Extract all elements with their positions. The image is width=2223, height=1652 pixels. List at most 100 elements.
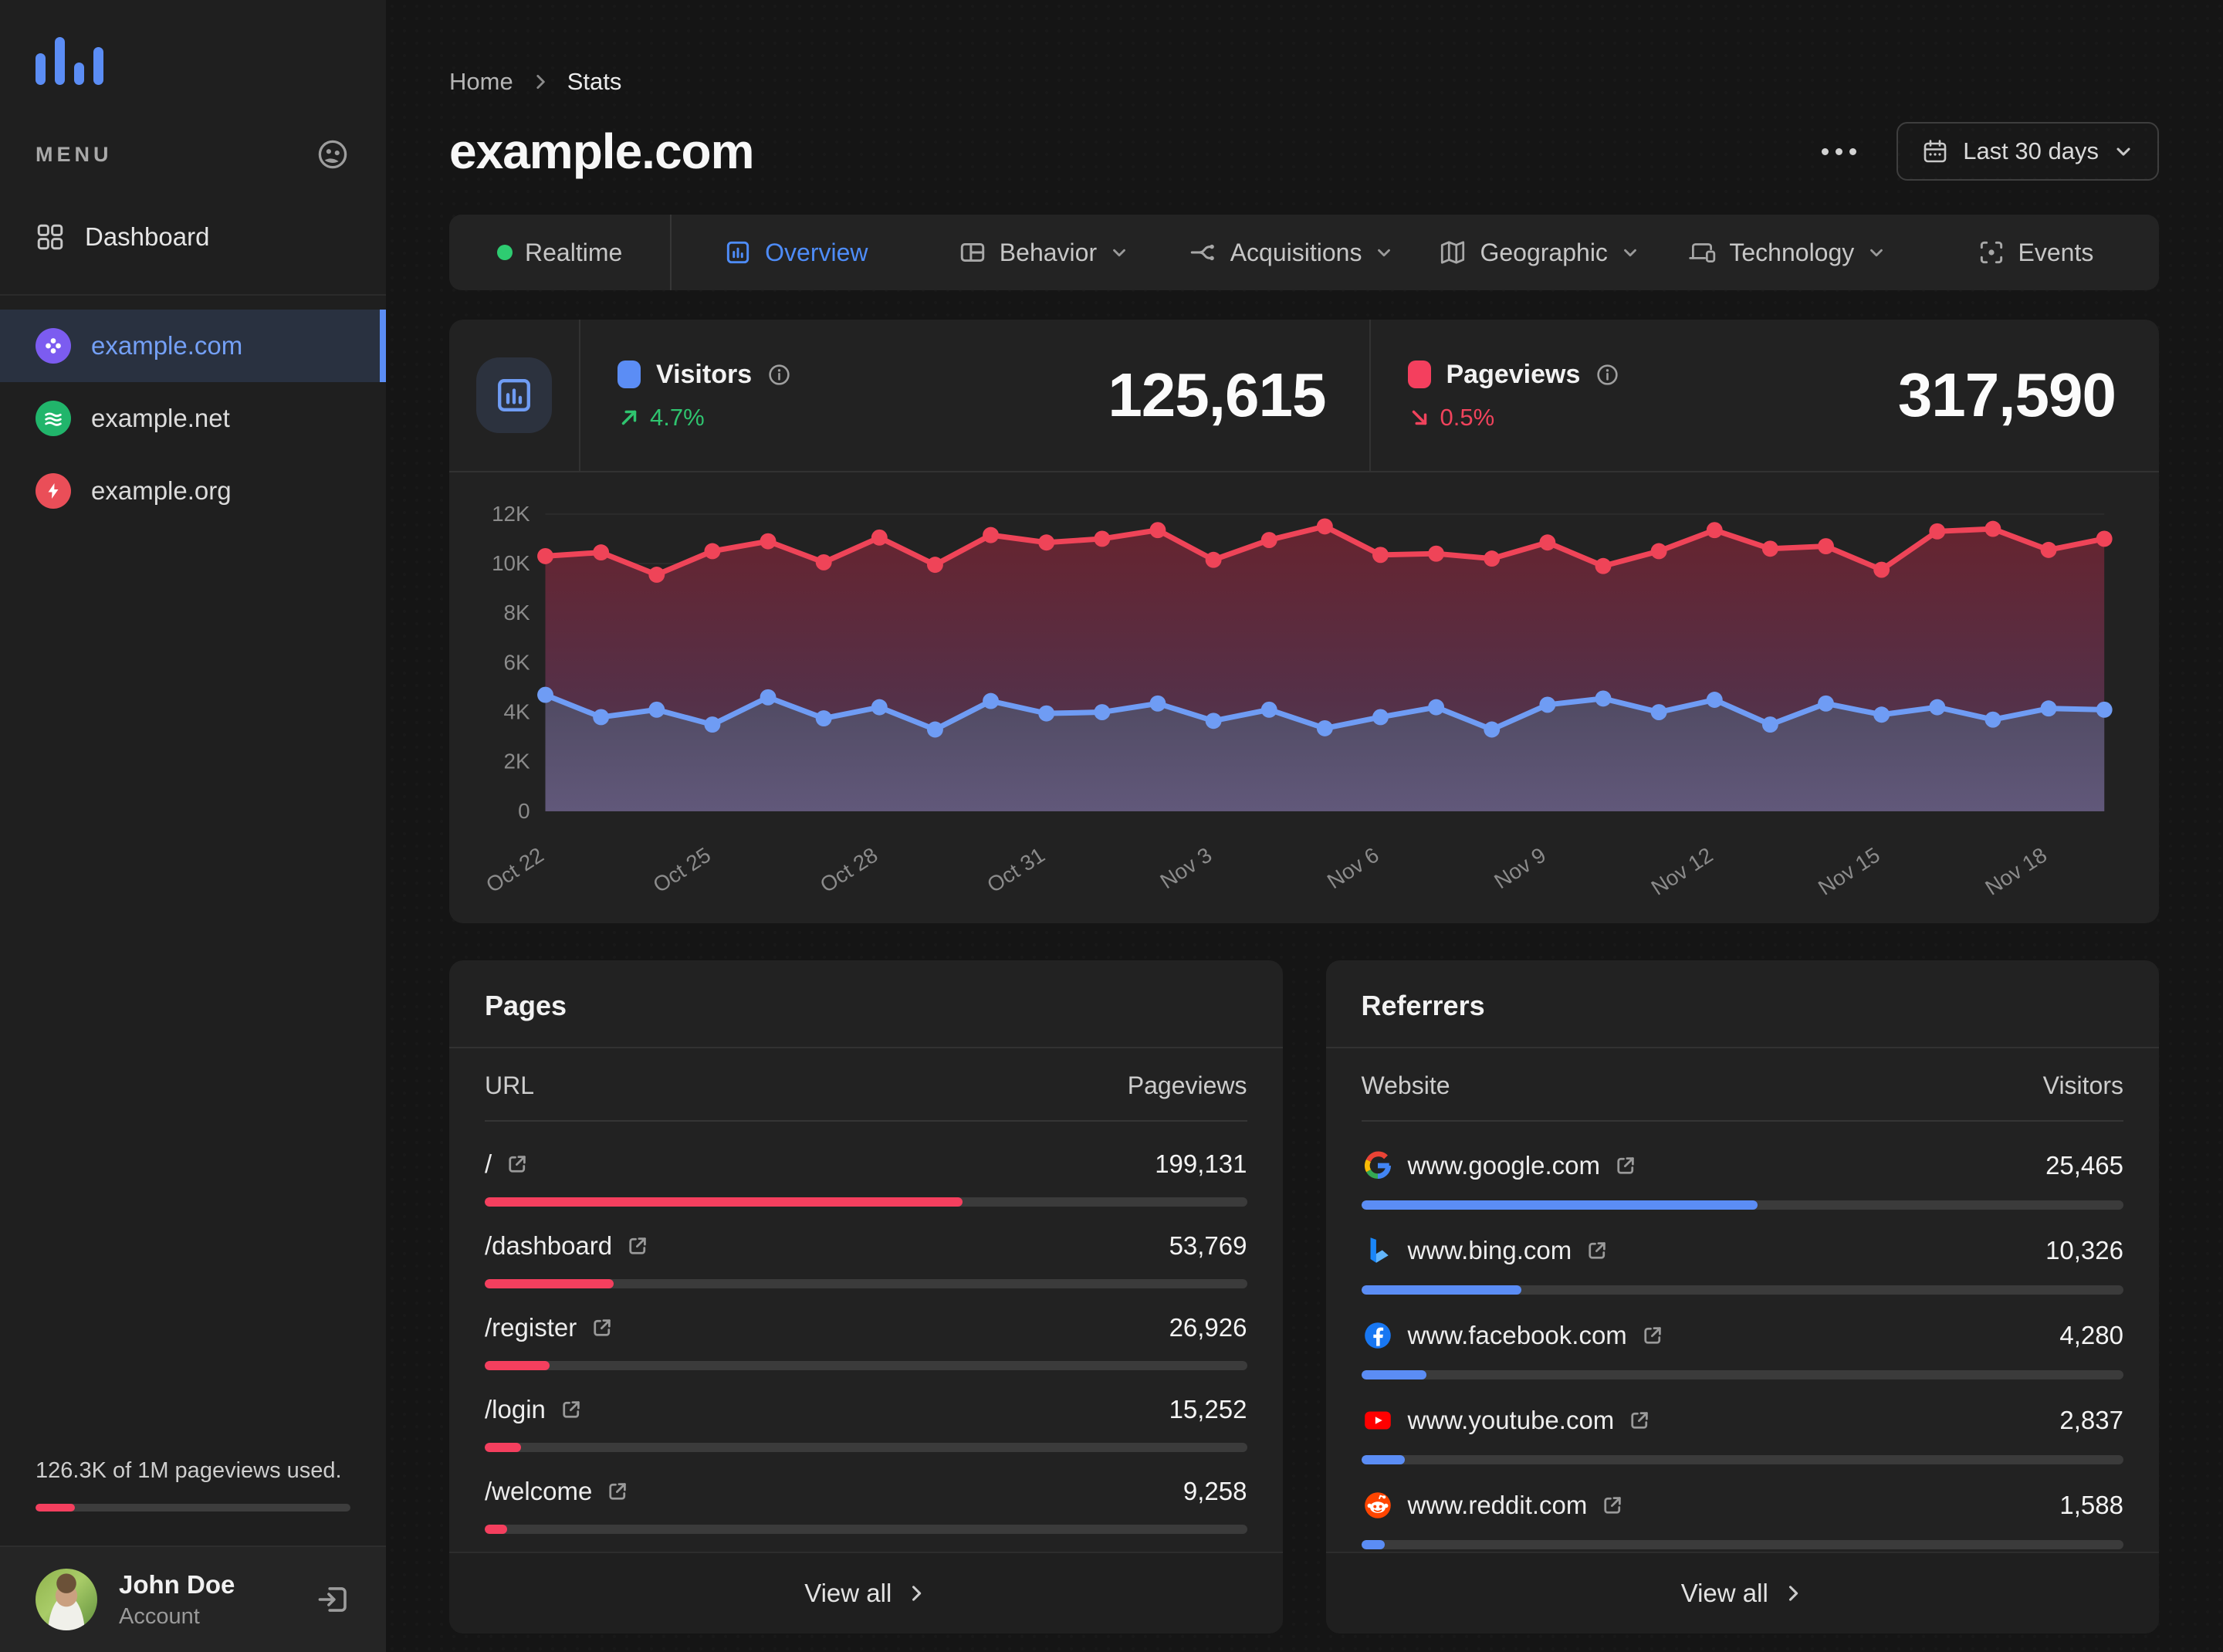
breadcrumb: Home Stats bbox=[449, 68, 2159, 96]
column-header-pageviews: Pageviews bbox=[1127, 1071, 1247, 1100]
row-progressbar bbox=[1361, 1540, 2123, 1550]
sidebar-item-example.com[interactable]: example.com bbox=[0, 310, 386, 382]
row-progressbar bbox=[485, 1197, 1247, 1207]
usage-progressbar bbox=[36, 1504, 350, 1512]
stat-delta-value: 4.7% bbox=[650, 403, 705, 431]
row-label: www.facebook.com bbox=[1407, 1321, 1627, 1350]
tab-bar: Realtime Overview Behavior Acquisitions Geog… bbox=[449, 215, 2159, 290]
tab-technology[interactable]: Technology bbox=[1663, 215, 1911, 290]
row-value: 26,926 bbox=[1169, 1313, 1247, 1342]
row-label: www.reddit.com bbox=[1407, 1491, 1588, 1520]
bar-chart-logo-icon bbox=[36, 37, 103, 85]
row-progressbar bbox=[485, 1525, 1247, 1535]
user-panel[interactable]: John Doe Account bbox=[0, 1545, 386, 1652]
svg-text:12K: 12K bbox=[492, 502, 530, 526]
row-link[interactable]: www.reddit.com bbox=[1362, 1489, 1625, 1522]
devices-icon bbox=[1687, 238, 1717, 267]
svg-text:10K: 10K bbox=[492, 551, 530, 575]
svg-text:6K: 6K bbox=[504, 650, 530, 674]
view-all-button[interactable]: View all bbox=[449, 1552, 1283, 1633]
info-icon[interactable] bbox=[1595, 363, 1619, 387]
svg-text:Oct 22: Oct 22 bbox=[482, 843, 548, 898]
row-value: 10,326 bbox=[2045, 1236, 2123, 1265]
row-link[interactable]: / bbox=[485, 1149, 529, 1179]
chart-icon bbox=[723, 238, 753, 267]
view-all-label: View all bbox=[804, 1579, 892, 1607]
tab-events[interactable]: Events bbox=[1911, 215, 2159, 290]
row-progressbar bbox=[1361, 1200, 2123, 1210]
external-link-icon[interactable] bbox=[1641, 1324, 1664, 1347]
stat-value: 317,590 bbox=[1897, 361, 2116, 429]
tab-geographic[interactable]: Geographic bbox=[1416, 215, 1663, 290]
tab-realtime[interactable]: Realtime bbox=[449, 215, 670, 290]
column-header-url: URL bbox=[485, 1071, 535, 1100]
theme-icon[interactable] bbox=[315, 137, 350, 172]
row-value: 1,588 bbox=[2059, 1491, 2123, 1520]
more-options-button[interactable] bbox=[1811, 137, 1867, 166]
row-link[interactable]: www.google.com bbox=[1362, 1149, 1637, 1182]
scan-icon bbox=[1977, 238, 2006, 267]
row-progress-fill bbox=[485, 1361, 550, 1371]
row-value: 4,280 bbox=[2059, 1321, 2123, 1350]
tab-overview[interactable]: Overview bbox=[672, 215, 919, 290]
usage-block: 126.3K of 1M pageviews used. bbox=[0, 1458, 386, 1545]
sidebar-item-example.net[interactable]: example.net bbox=[0, 382, 386, 455]
sidebar-item-example.org[interactable]: example.org bbox=[0, 455, 386, 527]
avatar[interactable] bbox=[36, 1569, 97, 1630]
view-all-label: View all bbox=[1680, 1579, 1768, 1607]
tab-label: Events bbox=[2018, 238, 2094, 266]
row-progress-fill bbox=[1361, 1540, 1386, 1550]
external-link-icon[interactable] bbox=[590, 1316, 614, 1339]
breadcrumb-home[interactable]: Home bbox=[449, 68, 513, 96]
page-title: example.com bbox=[449, 124, 755, 179]
tab-behavior[interactable]: Behavior bbox=[919, 215, 1167, 290]
row-progress-fill bbox=[1361, 1370, 1427, 1380]
row-link[interactable]: www.youtube.com bbox=[1362, 1404, 1652, 1437]
tab-acquisitions[interactable]: Acquisitions bbox=[1168, 215, 1416, 290]
stat-visitors: Visitors 4.7% 125,615 bbox=[580, 320, 1369, 471]
site-list: example.com example.net example.org bbox=[0, 310, 386, 527]
row-link[interactable]: /register bbox=[485, 1313, 614, 1342]
row-progress-fill bbox=[485, 1197, 963, 1207]
row-link[interactable]: www.facebook.com bbox=[1362, 1319, 1664, 1352]
sidebar-item-dashboard[interactable]: Dashboard bbox=[0, 212, 386, 262]
stat-pageviews: Pageviews 0.5% 317,590 bbox=[1371, 320, 2160, 471]
chart-icon bbox=[476, 357, 552, 433]
external-link-icon[interactable] bbox=[506, 1153, 529, 1176]
svg-text:Nov 15: Nov 15 bbox=[1814, 843, 1884, 900]
youtube-icon bbox=[1362, 1404, 1394, 1437]
row-link[interactable]: www.bing.com bbox=[1362, 1234, 1609, 1267]
date-range-button[interactable]: Last 30 days bbox=[1896, 122, 2159, 181]
referrers-rows: www.google.com 25,465 www.bing.com 10,326 ww… bbox=[1326, 1122, 2160, 1552]
site-name: example.net bbox=[91, 404, 230, 432]
tab-label: Overview bbox=[765, 238, 868, 266]
row-link[interactable]: /dashboard bbox=[485, 1231, 649, 1261]
row-progress-fill bbox=[485, 1525, 507, 1535]
logout-icon[interactable] bbox=[315, 1582, 350, 1617]
external-link-icon[interactable] bbox=[1614, 1154, 1637, 1177]
panel-title: Pages bbox=[485, 990, 567, 1022]
row-link[interactable]: /welcome bbox=[485, 1477, 629, 1506]
tab-label: Realtime bbox=[525, 238, 623, 266]
external-link-icon[interactable] bbox=[1628, 1409, 1651, 1432]
row-link[interactable]: /login bbox=[485, 1395, 583, 1424]
chevron-right-icon bbox=[1788, 1586, 1798, 1601]
usage-text: 126.3K of 1M pageviews used. bbox=[36, 1458, 342, 1483]
row-label: www.bing.com bbox=[1407, 1236, 1572, 1265]
row-value: 199,131 bbox=[1155, 1149, 1247, 1179]
external-link-icon[interactable] bbox=[1601, 1494, 1624, 1517]
sidebar: MENU Dashboard example.com example.net exa… bbox=[0, 0, 386, 1652]
external-link-icon[interactable] bbox=[560, 1398, 583, 1421]
row-progress-fill bbox=[485, 1443, 522, 1453]
info-icon[interactable] bbox=[767, 363, 791, 387]
external-link-icon[interactable] bbox=[1585, 1239, 1609, 1262]
bolt-icon bbox=[36, 473, 71, 509]
tab-label: Acquisitions bbox=[1230, 238, 1362, 266]
external-link-icon[interactable] bbox=[626, 1234, 649, 1258]
row-progress-fill bbox=[1361, 1200, 1758, 1210]
stat-label: Visitors bbox=[656, 359, 753, 389]
sidebar-item-label: Dashboard bbox=[85, 222, 210, 251]
view-all-button[interactable]: View all bbox=[1325, 1552, 2159, 1633]
realtime-dot-icon bbox=[497, 245, 513, 260]
external-link-icon[interactable] bbox=[606, 1480, 629, 1503]
